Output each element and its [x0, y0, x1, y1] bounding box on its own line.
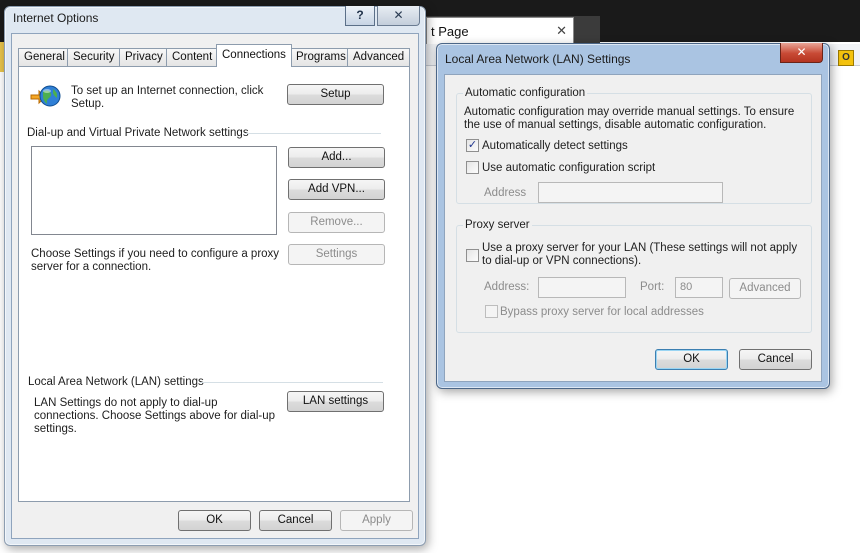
- dialog-client-area: Automatic configuration Automatic config…: [444, 74, 822, 382]
- bypass-local-checkbox[interactable]: [485, 305, 498, 318]
- settings-button[interactable]: Settings: [288, 244, 385, 265]
- cancel-button[interactable]: Cancel: [739, 349, 812, 370]
- window-title: Internet Options: [13, 11, 99, 25]
- proxy-address-label: Address:: [484, 281, 530, 293]
- bypass-local-label[interactable]: Bypass proxy server for local addresses: [500, 306, 704, 319]
- internet-connection-globe-icon: [30, 85, 61, 107]
- background-tab-title: t Page: [431, 24, 469, 39]
- auto-config-script-label[interactable]: Use automatic configuration script: [482, 162, 655, 175]
- ok-button[interactable]: OK: [178, 510, 251, 531]
- close-icon[interactable]: ✕: [556, 23, 567, 39]
- tab-connections[interactable]: Connections: [216, 44, 292, 67]
- dialog-client-area: General Security Privacy Content Connect…: [11, 33, 419, 539]
- setup-instructions: To set up an Internet connection, click …: [71, 85, 264, 110]
- group-title: Automatic configuration: [463, 87, 588, 99]
- tab-general[interactable]: General: [18, 48, 71, 67]
- lan-settings-dialog: Local Area Network (LAN) Settings ✕ Auto…: [436, 43, 830, 389]
- proxy-address-input[interactable]: [538, 277, 626, 298]
- section-divider: [200, 382, 383, 383]
- internet-options-window: Internet Options ? ✕ General Security Pr…: [4, 6, 426, 546]
- remove-button[interactable]: Remove...: [288, 212, 385, 233]
- auto-detect-checkbox[interactable]: ✓: [466, 139, 479, 152]
- apply-button[interactable]: Apply: [340, 510, 413, 531]
- tab-advanced[interactable]: Advanced: [347, 48, 411, 67]
- tab-programs[interactable]: Programs: [290, 48, 352, 67]
- script-address-input[interactable]: [538, 182, 723, 203]
- tab-privacy[interactable]: Privacy: [119, 48, 169, 67]
- tab-content[interactable]: Content: [166, 48, 219, 67]
- add-button[interactable]: Add...: [288, 147, 385, 168]
- toolbar-badge-icon[interactable]: O: [838, 50, 854, 66]
- auto-config-description: Automatic configuration may override man…: [464, 106, 795, 131]
- port-label: Port:: [640, 281, 665, 293]
- add-vpn-button[interactable]: Add VPN...: [288, 179, 385, 200]
- lan-settings-hint: LAN Settings do not apply to dial-up con…: [34, 397, 276, 435]
- auto-detect-label[interactable]: Automatically detect settings: [482, 140, 628, 153]
- use-proxy-label[interactable]: Use a proxy server for your LAN (These s…: [482, 242, 808, 268]
- tab-security[interactable]: Security: [67, 48, 121, 67]
- script-address-label: Address: [484, 187, 527, 199]
- close-button[interactable]: ✕: [377, 6, 420, 26]
- auto-config-script-checkbox[interactable]: [466, 161, 479, 174]
- section-divider: [245, 133, 381, 134]
- advanced-button[interactable]: Advanced: [729, 278, 801, 299]
- connections-listbox[interactable]: [31, 146, 277, 235]
- connections-tab-page: To set up an Internet connection, click …: [18, 66, 410, 502]
- port-input[interactable]: 80: [675, 277, 723, 298]
- ok-button[interactable]: OK: [655, 349, 728, 370]
- setup-button[interactable]: Setup: [287, 84, 384, 105]
- close-button[interactable]: ✕: [780, 43, 823, 63]
- use-proxy-checkbox[interactable]: [466, 249, 479, 262]
- group-title: Proxy server: [463, 219, 532, 231]
- proxy-settings-hint: Choose Settings if you need to configure…: [31, 248, 280, 273]
- lan-settings-heading: Local Area Network (LAN) settings: [28, 376, 204, 388]
- help-button[interactable]: ?: [345, 6, 375, 26]
- lan-settings-button[interactable]: LAN settings: [287, 391, 384, 412]
- background-browser-tab[interactable]: t Page ✕: [426, 17, 574, 45]
- dialup-vpn-heading: Dial-up and Virtual Private Network sett…: [27, 127, 249, 139]
- cancel-button[interactable]: Cancel: [259, 510, 332, 531]
- dialog-title: Local Area Network (LAN) Settings: [445, 52, 631, 66]
